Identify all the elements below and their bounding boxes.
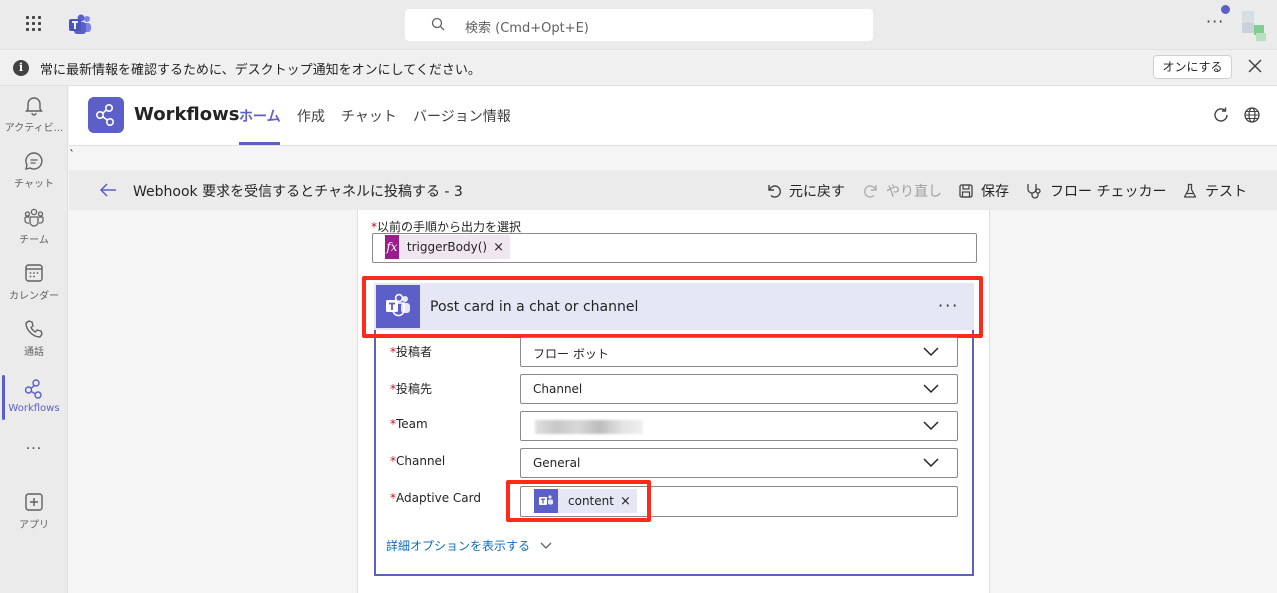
chevron-down-icon (923, 458, 939, 468)
undo-button[interactable]: 元に戻す (766, 181, 845, 201)
flask-icon (1183, 183, 1197, 198)
remove-token-icon[interactable]: × (493, 240, 510, 255)
chevron-down-icon (540, 542, 552, 549)
advanced-options-link[interactable]: 詳細オプションを表示する (386, 537, 552, 554)
poster-dropdown[interactable]: フロー ボット (520, 337, 958, 367)
search-icon (431, 17, 445, 31)
field-label-text: Channel (396, 454, 446, 468)
post-in-label: *投稿先 (390, 380, 432, 397)
search-box[interactable]: 検索 (Cmd+Opt+E) (405, 9, 873, 41)
rail-item-teams[interactable]: チーム (0, 206, 68, 246)
active-tab-indicator (239, 142, 280, 145)
token-label: triggerBody() (406, 240, 488, 254)
field-label-text: 投稿先 (396, 382, 433, 396)
workflows-icon (24, 379, 42, 399)
field-label-text: 投稿者 (396, 345, 433, 359)
chevron-down-icon (923, 421, 939, 431)
advanced-options-label: 詳細オプションを表示する (386, 539, 531, 553)
test-button[interactable]: テスト (1182, 181, 1247, 201)
rail-item-chat[interactable]: チャット (0, 150, 68, 190)
channel-dropdown[interactable]: General (520, 448, 958, 478)
app-rail: アクティビ... チャット チーム カレンダー 通話 Workflows ···… (0, 86, 68, 593)
rail-label: カレンダー (9, 291, 59, 302)
refresh-icon[interactable] (1212, 106, 1230, 124)
team-label: *Team (390, 417, 428, 431)
tab-chat[interactable]: チャット (341, 106, 397, 126)
highlight-box (362, 276, 983, 338)
command-bar: Webhook 要求を受信するとチャネルに投稿する - 3 元に戻す やり直し … (69, 170, 1277, 210)
highlight-box (506, 480, 651, 522)
more-apps-icon[interactable]: ··· (0, 441, 68, 457)
close-icon[interactable] (1245, 56, 1265, 76)
add-app-icon (25, 493, 43, 511)
rail-item-activity[interactable]: アクティビ... (0, 94, 68, 134)
tab-about[interactable]: バージョン情報 (413, 106, 511, 126)
notification-text: 常に最新情報を確認するために、デスクトップ通知をオンにしてください。 (40, 63, 481, 78)
test-label: テスト (1205, 184, 1247, 200)
dropdown-value: Channel (533, 382, 583, 396)
adaptive-card-label: *Adaptive Card (390, 491, 481, 505)
info-icon: i (13, 60, 29, 76)
phone-icon (25, 320, 43, 338)
chevron-down-icon (923, 347, 939, 357)
flow-checker-button[interactable]: フロー チェッカー (1025, 181, 1166, 201)
title-bar: 検索 (Cmd+Opt+E) ··· (0, 0, 1277, 50)
flow-checker-label: フロー チェッカー (1050, 184, 1167, 200)
chat-icon (25, 152, 43, 170)
stray-mark: ` (69, 148, 75, 162)
team-dropdown[interactable] (520, 411, 958, 441)
teams-icon (24, 208, 44, 227)
prev-step-label-text: 以前の手順から出力を選択 (377, 220, 522, 234)
rail-label: アプリ (19, 520, 49, 531)
redo-label: やり直し (886, 184, 942, 200)
function-icon: fx (385, 235, 399, 259)
app-launcher-icon[interactable] (26, 16, 42, 32)
bell-icon (25, 97, 43, 116)
rail-item-calls[interactable]: 通話 (0, 318, 68, 358)
chevron-down-icon (923, 384, 939, 394)
back-arrow-icon[interactable] (98, 181, 118, 199)
app-header: Workflows ホーム 作成 チャット バージョン情報 (69, 86, 1277, 146)
field-label-text: Team (396, 417, 428, 431)
dropdown-value: フロー ボット (533, 347, 609, 361)
tab-home[interactable]: ホーム (239, 106, 281, 126)
dropdown-value: General (533, 456, 581, 470)
workflows-app-icon (88, 97, 124, 133)
field-label-text: Adaptive Card (396, 491, 481, 505)
redo-icon (864, 185, 877, 198)
teams-logo-icon (69, 14, 91, 34)
rail-label: アクティビ... (4, 123, 64, 134)
rail-label: Workflows (8, 403, 60, 414)
save-button[interactable]: 保存 (958, 181, 1009, 201)
channel-label: *Channel (390, 454, 445, 468)
notification-banner: i 常に最新情報を確認するために、デスクトップ通知をオンにしてください。 オンに… (0, 50, 1277, 86)
rail-label: チャット (14, 179, 54, 190)
save-icon (959, 184, 973, 198)
stethoscope-icon (1027, 184, 1041, 199)
undo-label: 元に戻す (789, 184, 845, 200)
more-options-icon[interactable]: ··· (1206, 12, 1224, 31)
redacted-value (535, 420, 643, 434)
avatar[interactable] (1240, 11, 1268, 41)
save-label: 保存 (981, 184, 1009, 200)
poster-label: *投稿者 (390, 343, 432, 360)
rail-item-workflows[interactable]: Workflows (0, 378, 68, 414)
rail-label: 通話 (24, 347, 44, 358)
post-in-dropdown[interactable]: Channel (520, 374, 958, 404)
redo-button[interactable]: やり直し (863, 181, 942, 201)
app-title: Workflows (134, 104, 240, 125)
search-placeholder: 検索 (Cmd+Opt+E) (465, 21, 589, 36)
turn-on-button[interactable]: オンにする (1153, 55, 1232, 79)
flow-title: Webhook 要求を受信するとチャネルに投稿する - 3 (133, 184, 463, 200)
trigger-body-token[interactable]: fx triggerBody() × (385, 235, 510, 259)
rail-item-apps[interactable]: アプリ (0, 491, 68, 531)
rail-label: チーム (19, 235, 49, 246)
undo-icon (768, 185, 781, 198)
globe-icon[interactable] (1243, 106, 1261, 124)
calendar-icon (25, 264, 43, 282)
tab-create[interactable]: 作成 (297, 106, 325, 126)
rail-item-calendar[interactable]: カレンダー (0, 262, 68, 302)
